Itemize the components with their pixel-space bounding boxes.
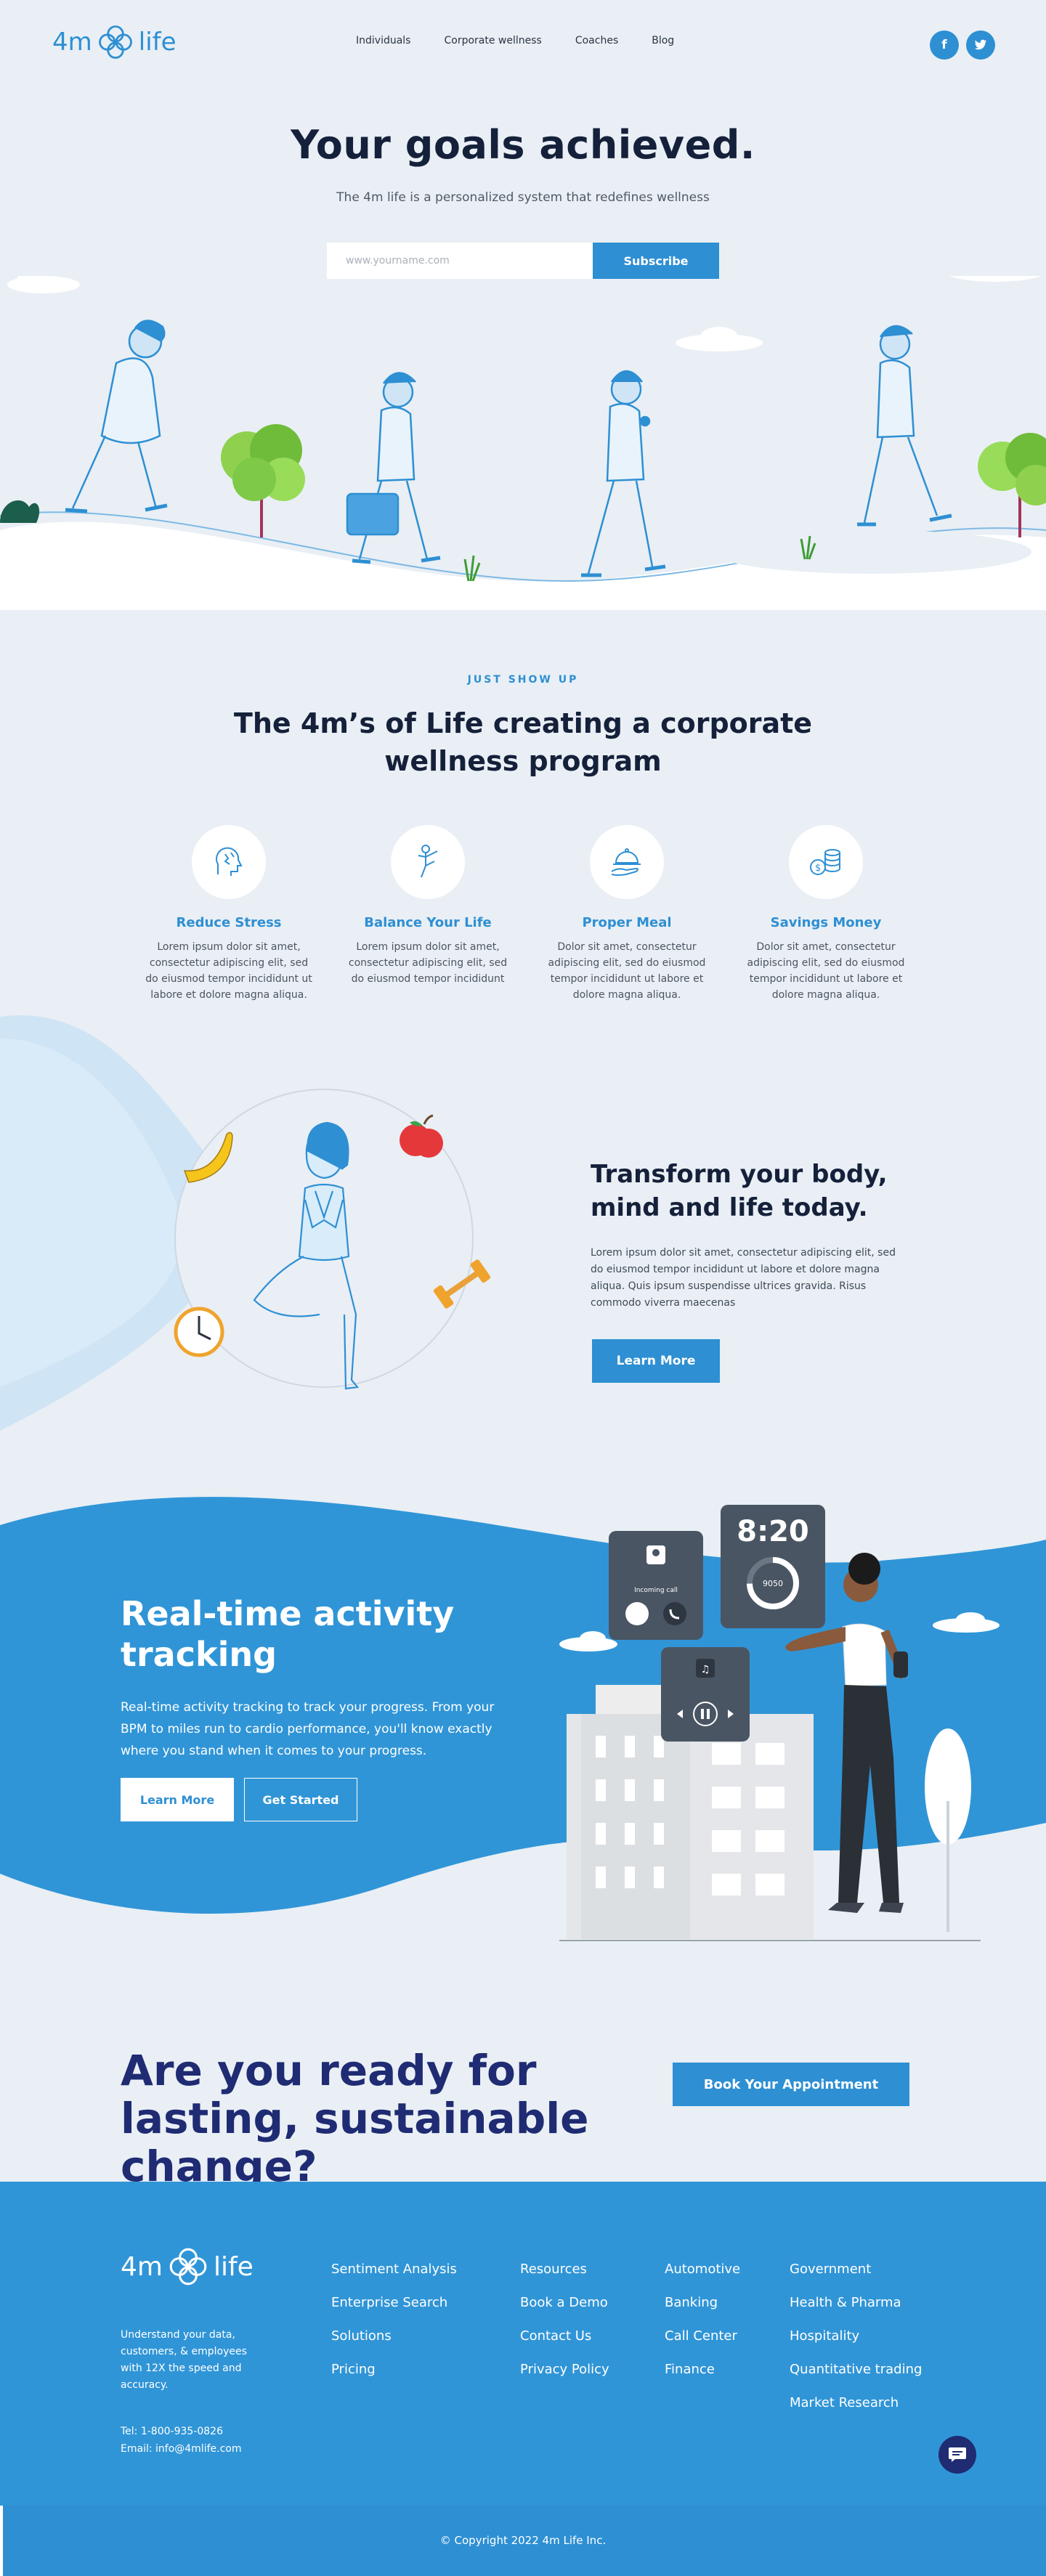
footer-link[interactable]: Sentiment Analysis	[331, 2262, 457, 2295]
footer-link[interactable]: Pricing	[331, 2362, 457, 2395]
music-player-card: ♫	[661, 1647, 750, 1742]
feature-balance-life: Balance Your Life Lorem ipsum dolor sit …	[341, 825, 514, 1003]
hero-title: Your goals achieved.	[291, 122, 755, 168]
feature-title: Proper Meal	[582, 915, 672, 930]
section-eyebrow: JUST SHOW UP	[467, 674, 579, 686]
realtime-text: Real-time activity tracking to track you…	[121, 1700, 495, 1758]
clover-logo-icon	[169, 2248, 207, 2286]
footer-link[interactable]: Contact Us	[520, 2328, 609, 2362]
footer-link[interactable]: Automotive	[665, 2262, 740, 2295]
copyright-edge	[0, 2506, 3, 2576]
yoga-balance-icon	[391, 825, 465, 899]
cta-title: Are you ready for lasting, sustainable c…	[121, 2046, 589, 2191]
footer-col-industries: Automotive Banking Call Center Finance	[665, 2262, 740, 2395]
twitter-icon[interactable]	[966, 31, 995, 60]
footer-link[interactable]: Enterprise Search	[331, 2295, 457, 2328]
walking-man-4	[857, 325, 952, 527]
facebook-icon[interactable]: f	[930, 31, 959, 60]
main-nav: Individuals Corporate wellness Coaches B…	[356, 35, 674, 46]
chat-button[interactable]	[938, 2436, 976, 2474]
footer-link[interactable]: Banking	[665, 2295, 740, 2328]
stress-head-icon	[192, 825, 266, 899]
learn-more-button[interactable]: Learn More	[592, 1339, 720, 1383]
feature-text: Dolor sit amet, consectetur adipiscing e…	[747, 941, 905, 1001]
footer-link[interactable]: Health & Pharma	[790, 2295, 922, 2328]
transform-text: Lorem ipsum dolor sit amet, consectetur …	[591, 1247, 896, 1309]
footer-col-products: Sentiment Analysis Enterprise Search Sol…	[331, 2262, 457, 2395]
book-appointment-button[interactable]: Book Your Appointment	[673, 2063, 909, 2106]
nav-blog[interactable]: Blog	[652, 35, 674, 46]
footer-logo[interactable]: 4m life	[121, 2244, 254, 2289]
feature-savings-money: $ Savings Money Dolor sit amet, consecte…	[739, 825, 912, 1003]
steps-count: 9050	[763, 1579, 783, 1588]
walking-people-illustration	[0, 276, 1046, 610]
get-started-button[interactable]: Get Started	[244, 1778, 357, 1821]
feature-proper-meal: Proper Meal Dolor sit amet, consectetur …	[540, 825, 713, 1003]
footer-link[interactable]: Call Center	[665, 2328, 740, 2362]
footer-link[interactable]: Solutions	[331, 2328, 457, 2362]
footer-link[interactable]: Hospitality	[790, 2328, 922, 2362]
feature-title: Savings Money	[770, 915, 882, 930]
footer-contact: Tel: 1-800-935-0826 Email: info@4mlife.c…	[121, 2423, 241, 2458]
email-input[interactable]	[327, 243, 593, 279]
feature-title: Balance Your Life	[364, 915, 492, 930]
footer-col-sectors: Government Health & Pharma Hospitality Q…	[790, 2262, 922, 2429]
brand-name: life	[138, 28, 177, 57]
clover-logo-icon	[98, 25, 132, 59]
footer: 4m life Understand your data, customers,…	[0, 2182, 1046, 2506]
subscribe-form: Subscribe	[327, 243, 719, 279]
footer-link[interactable]: Book a Demo	[520, 2295, 609, 2328]
subscribe-button[interactable]: Subscribe	[593, 243, 719, 279]
footer-link[interactable]: Privacy Policy	[520, 2362, 609, 2395]
meal-cloche-icon	[590, 825, 664, 899]
footer-link[interactable]: Resources	[520, 2262, 609, 2295]
footer-about: Understand your data, customers, & emplo…	[121, 2329, 247, 2391]
walking-man-2	[346, 372, 441, 564]
footer-email[interactable]: Email: info@4mlife.com	[121, 2440, 241, 2458]
nav-coaches[interactable]: Coaches	[575, 35, 618, 46]
footer-link[interactable]: Finance	[665, 2362, 740, 2395]
incoming-call-card: Incoming call	[609, 1531, 703, 1640]
program-title: The 4m’s of Life creating a corporate we…	[233, 707, 813, 777]
social-links: f	[930, 31, 995, 60]
realtime-learn-more-button[interactable]: Learn More	[121, 1778, 234, 1821]
smartwatch-card: 8:20 9050	[721, 1505, 825, 1628]
copyright-bar: © Copyright 2022 4m Life Inc.	[0, 2506, 1046, 2576]
feature-list: Reduce Stress Lorem ipsum dolor sit amet…	[142, 825, 912, 1003]
realtime-title: Real-time activity tracking	[121, 1594, 455, 1674]
svg-text:♫: ♫	[701, 1664, 710, 1675]
feature-text: Lorem ipsum dolor sit amet, consectetur …	[348, 941, 508, 985]
watch-time: 8:20	[737, 1515, 809, 1548]
chat-bubble-icon	[949, 2447, 966, 2462]
call-label: Incoming call	[634, 1587, 678, 1594]
realtime-actions: Learn More Get Started	[121, 1778, 357, 1821]
footer-brand-prefix: 4m	[121, 2251, 163, 2282]
page: 4m life Individuals Corporate wellness C…	[0, 0, 1046, 2576]
coins-icon: $	[789, 825, 863, 899]
hero-subtitle: The 4m life is a personalized system tha…	[336, 190, 710, 205]
fitness-tracker-illustration: Incoming call 8:20 9050 ♫	[559, 1505, 1000, 1941]
footer-link[interactable]: Market Research	[790, 2395, 922, 2429]
feature-text: Dolor sit amet, consectetur adipiscing e…	[548, 941, 706, 1001]
walking-man-1	[65, 320, 168, 513]
feature-title: Reduce Stress	[176, 915, 282, 930]
footer-brand-name: life	[213, 2251, 254, 2282]
top-nav: 4m life Individuals Corporate wellness C…	[0, 0, 1046, 87]
footer-tel[interactable]: Tel: 1-800-935-0826	[121, 2423, 241, 2440]
transform-title: Transform your body, mind and life today…	[591, 1160, 888, 1222]
svg-text:$: $	[815, 863, 821, 874]
clock-icon	[174, 1307, 224, 1357]
feature-text: Lorem ipsum dolor sit amet, consectetur …	[145, 941, 312, 1001]
brand-prefix: 4m	[52, 28, 92, 57]
footer-col-company: Resources Book a Demo Contact Us Privacy…	[520, 2262, 609, 2395]
nav-corporate-wellness[interactable]: Corporate wellness	[444, 35, 541, 46]
brand-logo[interactable]: 4m life	[52, 20, 177, 64]
footer-link[interactable]: Quantitative trading	[790, 2362, 922, 2395]
footer-link[interactable]: Government	[790, 2262, 922, 2295]
feature-reduce-stress: Reduce Stress Lorem ipsum dolor sit amet…	[142, 825, 315, 1003]
nav-individuals[interactable]: Individuals	[356, 35, 410, 46]
walking-man-3	[581, 370, 666, 577]
